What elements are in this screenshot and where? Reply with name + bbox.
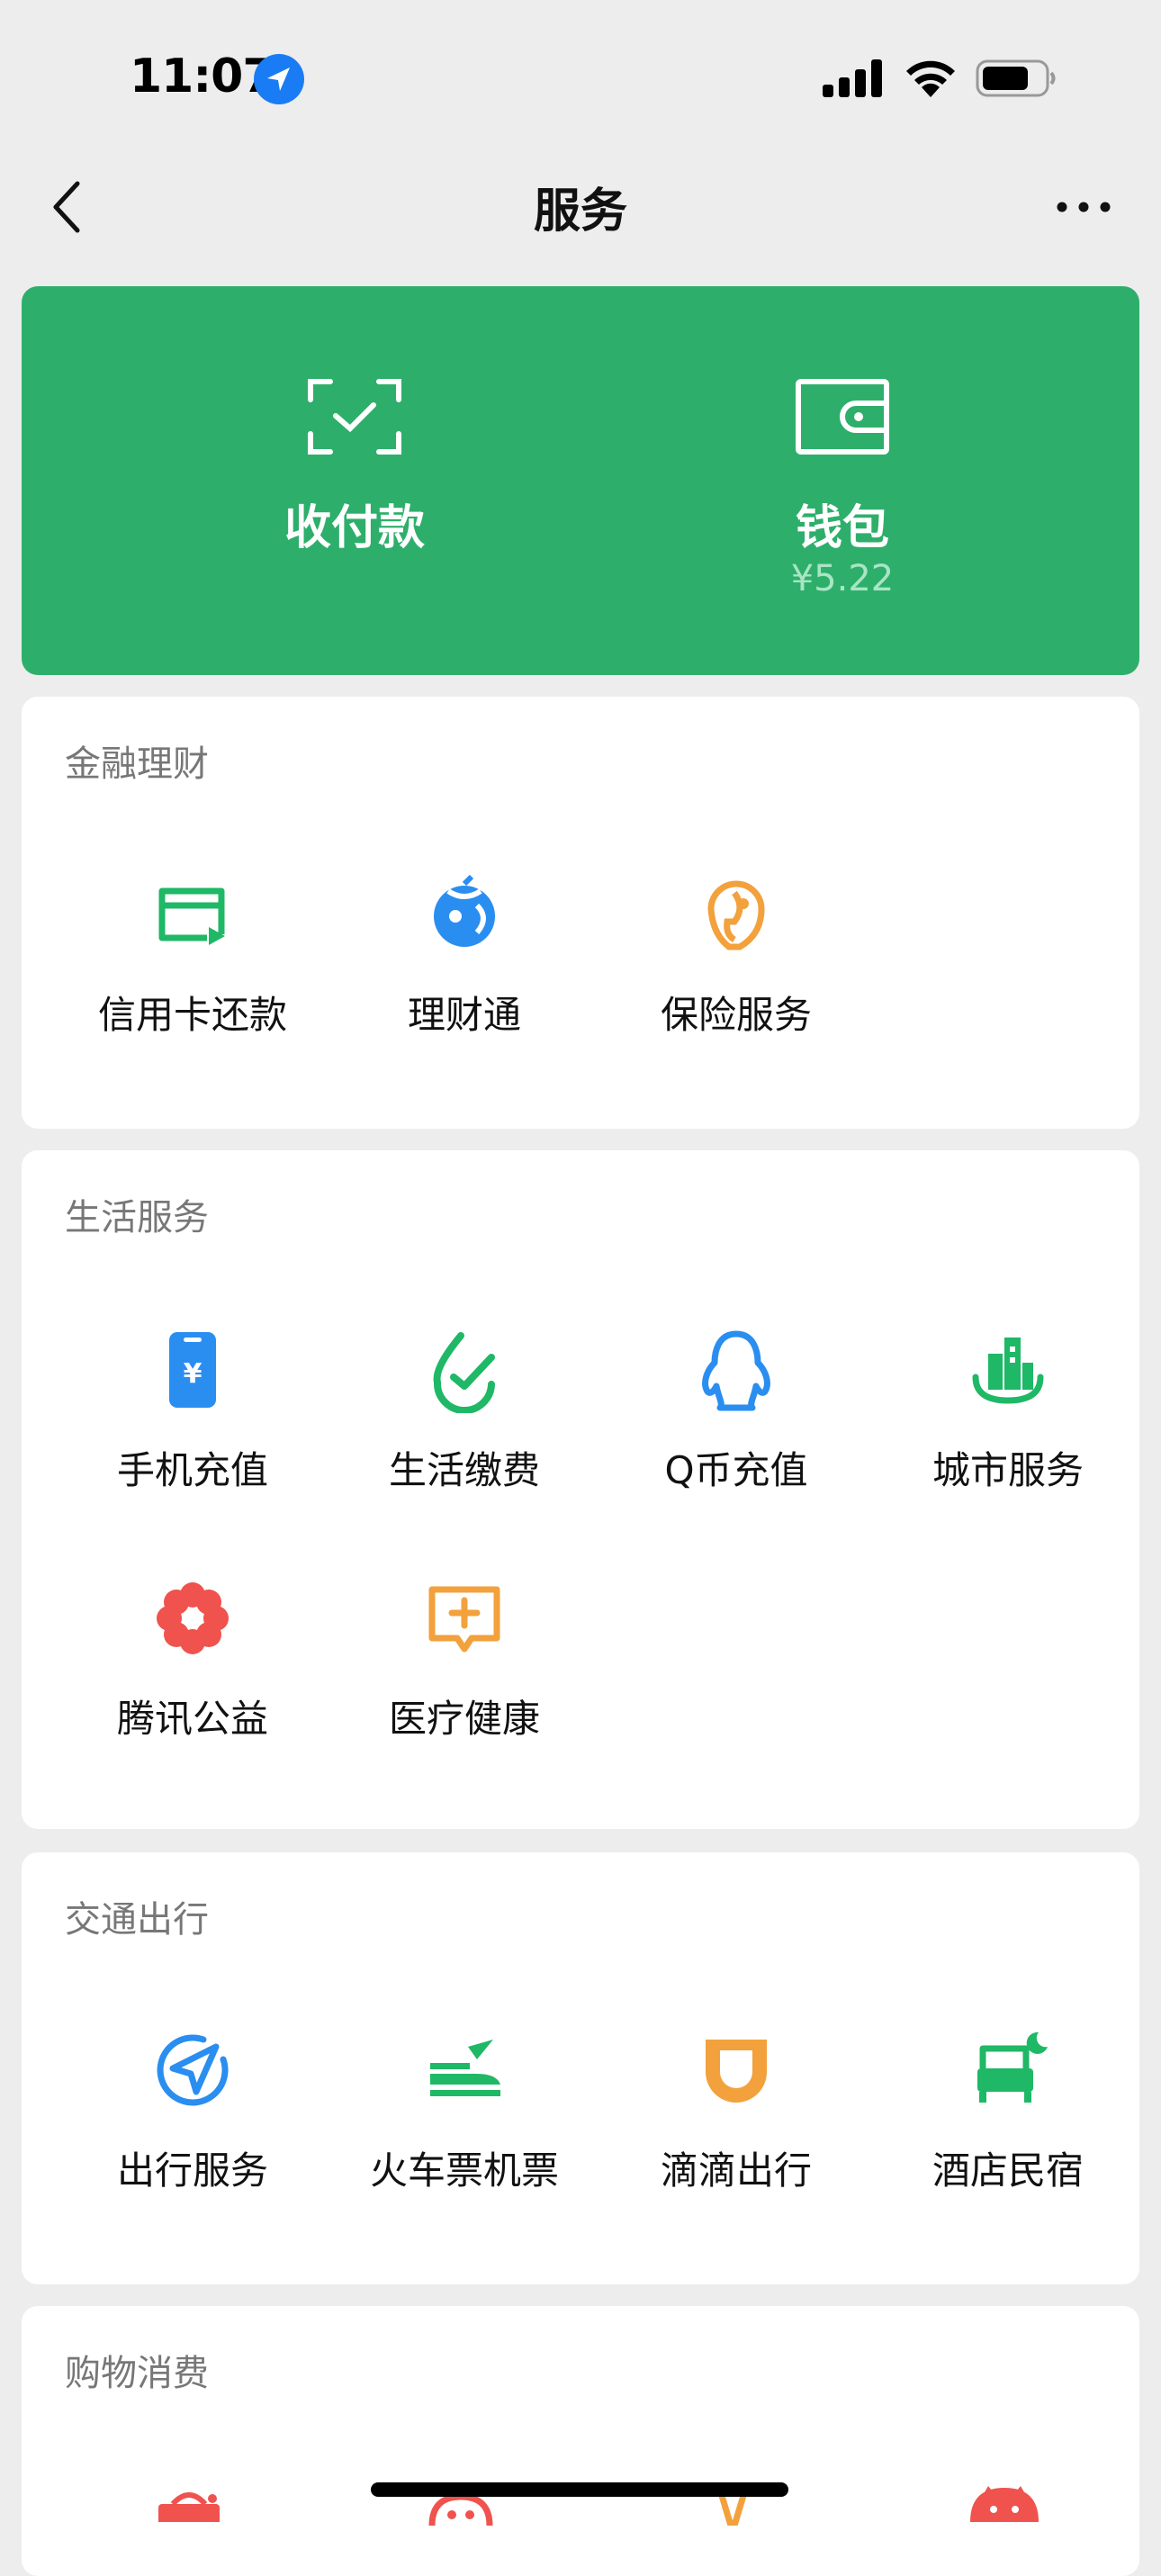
shopping-cat-icon: [970, 2486, 1039, 2522]
travel-services-label: 出行服务: [116, 2148, 268, 2193]
battery-icon: [976, 59, 1056, 97]
phone-topup-label: 手机充值: [116, 1448, 268, 1492]
wallet-balance: ¥5.22: [790, 558, 895, 599]
page-title: 服务: [533, 185, 627, 239]
svg-text:¥: ¥: [184, 1358, 202, 1390]
wallet-card: 收付款 钱包 ¥5.22: [22, 286, 1139, 675]
pay-receive-label: 收付款: [284, 501, 425, 555]
location-arrow-icon: [254, 54, 304, 104]
qq-coin-icon: [702, 1330, 770, 1411]
cellular-signal-icon: [823, 59, 882, 97]
credit-card-repay-label: 信用卡还款: [97, 993, 287, 1037]
insurance-item[interactable]: 保险服务: [601, 871, 871, 1078]
section-title-finance: 金融理财: [65, 743, 209, 785]
hotel-label: 酒店民宿: [932, 2148, 1084, 2193]
section-title-shopping: 购物消费: [65, 2353, 209, 2394]
hotel-icon: [977, 2031, 1048, 2103]
city-services-label: 城市服务: [932, 1448, 1084, 1492]
status-bar: 11:07: [0, 0, 1161, 153]
utility-payment-icon: [433, 1332, 495, 1413]
wealth-management-label: 理财通: [407, 993, 521, 1037]
medical-health-label: 医疗健康: [388, 1697, 540, 1741]
navigation-bar: 服务: [0, 153, 1161, 259]
home-indicator: [371, 2482, 788, 2497]
travel-services-item[interactable]: 出行服务: [58, 2027, 328, 2234]
section-title-life: 生活服务: [65, 1197, 209, 1238]
didi-icon: [706, 2040, 767, 2103]
train-plane-icon: [430, 2040, 500, 2096]
utility-payment-label: 生活缴费: [388, 1448, 540, 1492]
wealth-icon: [434, 874, 495, 947]
medical-health-item[interactable]: 医疗健康: [329, 1575, 599, 1782]
city-services-item[interactable]: 城市服务: [873, 1327, 1139, 1534]
hotel-item[interactable]: 酒店民宿: [873, 2027, 1139, 2234]
qq-coin-label: Q币充值: [664, 1448, 808, 1492]
scan-pay-icon: [308, 379, 401, 455]
city-services-icon: [972, 1338, 1044, 1404]
wealth-management-item[interactable]: 理财通: [329, 871, 599, 1078]
status-time: 11:07: [130, 50, 275, 104]
credit-card-icon: [158, 887, 225, 945]
pay-receive-button[interactable]: 收付款: [112, 286, 598, 675]
train-plane-tickets-item[interactable]: 火车票机票: [329, 2027, 599, 2234]
qq-coin-item[interactable]: Q币充值: [601, 1327, 871, 1534]
travel-services-icon: [157, 2034, 229, 2106]
shopping-section: 购物消费: [22, 2306, 1139, 2576]
charity-icon: [157, 1582, 229, 1654]
didi-item[interactable]: 滴滴出行: [601, 2027, 871, 2234]
section-title-transport: 交通出行: [65, 1899, 209, 1941]
wallet-icon: [796, 379, 889, 455]
shopping-bag-icon: [158, 2492, 220, 2522]
utility-payment-item[interactable]: 生活缴费: [329, 1327, 599, 1534]
wallet-button[interactable]: 钱包 ¥5.22: [599, 286, 1085, 675]
wifi-icon: [906, 60, 955, 97]
phone-topup-item[interactable]: ¥ 手机充值: [58, 1327, 328, 1534]
transport-section: 交通出行 出行服务 火车票机票 滴滴出行 酒店民宿: [22, 1852, 1139, 2284]
finance-section: 金融理财 信用卡还款 理财通 保险服务: [22, 697, 1139, 1129]
life-services-section: 生活服务 ¥ 手机充值 生活缴费 Q币充值 城市服务 腾讯公益 医疗健康: [22, 1150, 1139, 1829]
insurance-icon: [707, 880, 765, 950]
insurance-label: 保险服务: [660, 993, 812, 1037]
phone-topup-icon: ¥: [169, 1332, 216, 1408]
didi-label: 滴滴出行: [660, 2148, 812, 2193]
medical-icon: [428, 1586, 500, 1653]
credit-card-repay-item[interactable]: 信用卡还款: [58, 871, 328, 1078]
more-options-button[interactable]: [1051, 184, 1116, 230]
charity-item[interactable]: 腾讯公益: [58, 1575, 328, 1782]
train-plane-tickets-label: 火车票机票: [369, 2148, 559, 2193]
wallet-label: 钱包: [795, 501, 889, 555]
charity-label: 腾讯公益: [116, 1697, 268, 1741]
